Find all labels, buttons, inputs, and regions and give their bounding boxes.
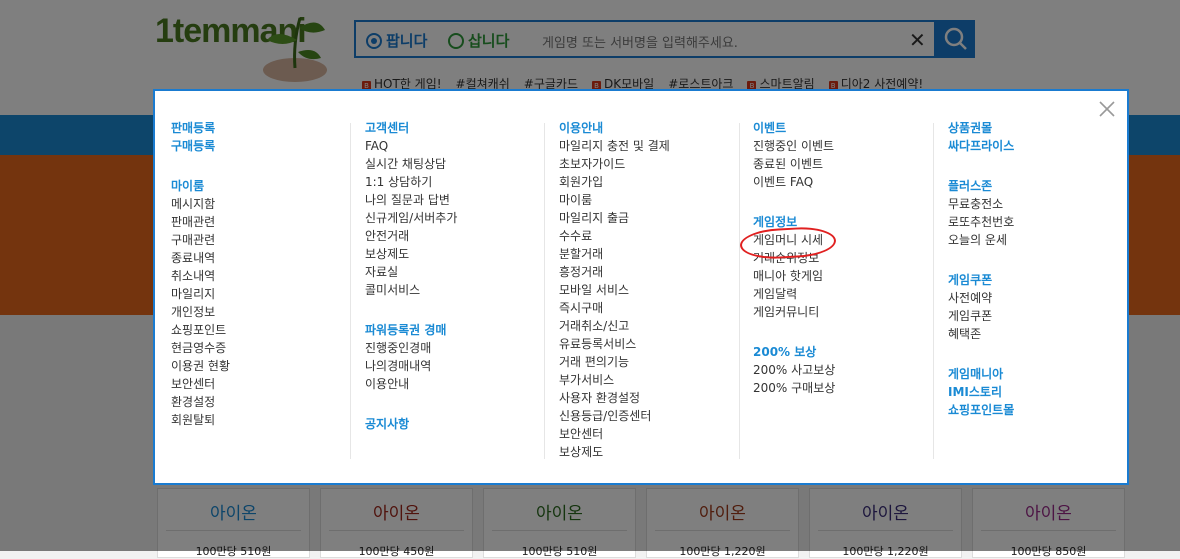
menu-myroom-head[interactable]: 마이룸: [171, 177, 230, 195]
menu-link[interactable]: 200% 사고보상: [753, 361, 835, 379]
menu-link[interactable]: 구매관련: [171, 231, 230, 249]
menu-link[interactable]: 유료등록서비스: [559, 335, 670, 353]
menu-link[interactable]: 사전예약: [948, 289, 1014, 307]
menu-column-5: 상품권몰 싸다프라이스 플러스존 무료충전소 로또추천번호 오늘의 운세 게임쿠…: [948, 119, 1014, 419]
menu-link[interactable]: 취소내역: [171, 267, 230, 285]
menu-link[interactable]: 회원탈퇴: [171, 411, 230, 429]
menu-link[interactable]: 무료충전소: [948, 195, 1014, 213]
menu-link[interactable]: 모바일 서비스: [559, 281, 670, 299]
menu-notice-head[interactable]: 공지사항: [365, 415, 457, 433]
menu-link[interactable]: 진행중인 이벤트: [753, 137, 835, 155]
menu-link[interactable]: 종료된 이벤트: [753, 155, 835, 173]
menu-sell-register[interactable]: 판매등록: [171, 119, 230, 137]
close-icon[interactable]: [1097, 99, 1117, 119]
menu-mania-head[interactable]: 게임매니아: [948, 365, 1014, 383]
sitemap-modal: 판매등록 구매등록 마이룸 메시지함 판매관련 구매관련 종료내역 취소내역 마…: [153, 89, 1129, 485]
menu-link[interactable]: 콜미서비스: [365, 281, 457, 299]
column-divider: [350, 123, 351, 459]
menu-sale-head[interactable]: 싸다프라이스: [948, 137, 1014, 155]
menu-link[interactable]: 진행중인경매: [365, 339, 457, 357]
menu-link[interactable]: 1:1 상담하기: [365, 173, 457, 191]
menu-link[interactable]: 혜택존: [948, 325, 1014, 343]
menu-column-2: 고객센터 FAQ 실시간 채팅상담 1:1 상담하기 나의 질문과 답변 신규게…: [365, 119, 457, 433]
column-divider: [544, 123, 545, 459]
menu-link[interactable]: 쇼핑포인트: [171, 321, 230, 339]
menu-link[interactable]: 안전거래: [365, 227, 457, 245]
menu-link[interactable]: 거래취소/신고: [559, 317, 670, 335]
menu-link[interactable]: 매니아 핫게임: [753, 267, 835, 285]
column-divider: [933, 123, 934, 459]
menu-link[interactable]: 부가서비스: [559, 371, 670, 389]
menu-giftcard-head[interactable]: 상품권몰: [948, 119, 1014, 137]
menu-link[interactable]: 보안센터: [559, 425, 670, 443]
menu-link[interactable]: 게임커뮤니티: [753, 303, 835, 321]
menu-compensation-head[interactable]: 200% 보상: [753, 343, 835, 361]
menu-customer-center-head[interactable]: 고객센터: [365, 119, 457, 137]
menu-buy-register[interactable]: 구매등록: [171, 137, 230, 155]
menu-link[interactable]: 자료실: [365, 263, 457, 281]
menu-link[interactable]: FAQ: [365, 137, 457, 155]
menu-link[interactable]: 사용자 환경설정: [559, 389, 670, 407]
menu-link[interactable]: 오늘의 운세: [948, 231, 1014, 249]
menu-link[interactable]: 수수료: [559, 227, 670, 245]
menu-link[interactable]: 환경설정: [171, 393, 230, 411]
menu-link[interactable]: 판매관련: [171, 213, 230, 231]
menu-coupon-head[interactable]: 게임쿠폰: [948, 271, 1014, 289]
menu-link[interactable]: 개인정보: [171, 303, 230, 321]
menu-link[interactable]: 신용등급/인증센터: [559, 407, 670, 425]
menu-link[interactable]: 로또추천번호: [948, 213, 1014, 231]
menu-link[interactable]: 보안센터: [171, 375, 230, 393]
menu-link[interactable]: 게임쿠폰: [948, 307, 1014, 325]
menu-column-1: 판매등록 구매등록 마이룸 메시지함 판매관련 구매관련 종료내역 취소내역 마…: [171, 119, 230, 429]
menu-link[interactable]: 이용안내: [365, 375, 457, 393]
menu-link[interactable]: 이용권 현황: [171, 357, 230, 375]
menu-pluszone-head[interactable]: 플러스존: [948, 177, 1014, 195]
menu-link[interactable]: 마일리지 충전 및 결제: [559, 137, 670, 155]
menu-link[interactable]: 분할거래: [559, 245, 670, 263]
menu-link[interactable]: 나의 질문과 답변: [365, 191, 457, 209]
menu-link[interactable]: 보상제도: [365, 245, 457, 263]
menu-guide-head[interactable]: 이용안내: [559, 119, 670, 137]
menu-link[interactable]: 게임달력: [753, 285, 835, 303]
menu-link[interactable]: 신규게임/서버추가: [365, 209, 457, 227]
menu-link[interactable]: 마이룸: [559, 191, 670, 209]
menu-link[interactable]: 보상제도: [559, 443, 670, 461]
menu-link[interactable]: 200% 구매보상: [753, 379, 835, 397]
menu-link[interactable]: 거래 편의기능: [559, 353, 670, 371]
menu-link[interactable]: 회원가입: [559, 173, 670, 191]
menu-link[interactable]: 흥정거래: [559, 263, 670, 281]
menu-imi-head[interactable]: IMI스토리: [948, 383, 1014, 401]
column-divider: [739, 123, 740, 459]
menu-link[interactable]: 현금영수증: [171, 339, 230, 357]
menu-link[interactable]: 나의경매내역: [365, 357, 457, 375]
menu-link[interactable]: 마일리지 출금: [559, 209, 670, 227]
menu-link[interactable]: 종료내역: [171, 249, 230, 267]
menu-link[interactable]: 즉시구매: [559, 299, 670, 317]
menu-link[interactable]: 메시지함: [171, 195, 230, 213]
menu-column-3: 이용안내 마일리지 충전 및 결제 초보자가이드 회원가입 마이룸 마일리지 출…: [559, 119, 670, 461]
menu-link[interactable]: 실시간 채팅상담: [365, 155, 457, 173]
menu-shop-head[interactable]: 쇼핑포인트몰: [948, 401, 1014, 419]
menu-auction-head[interactable]: 파워등록권 경매: [365, 321, 457, 339]
menu-link[interactable]: 마일리지: [171, 285, 230, 303]
menu-link[interactable]: 이벤트 FAQ: [753, 173, 835, 191]
menu-link[interactable]: 초보자가이드: [559, 155, 670, 173]
menu-event-head[interactable]: 이벤트: [753, 119, 835, 137]
